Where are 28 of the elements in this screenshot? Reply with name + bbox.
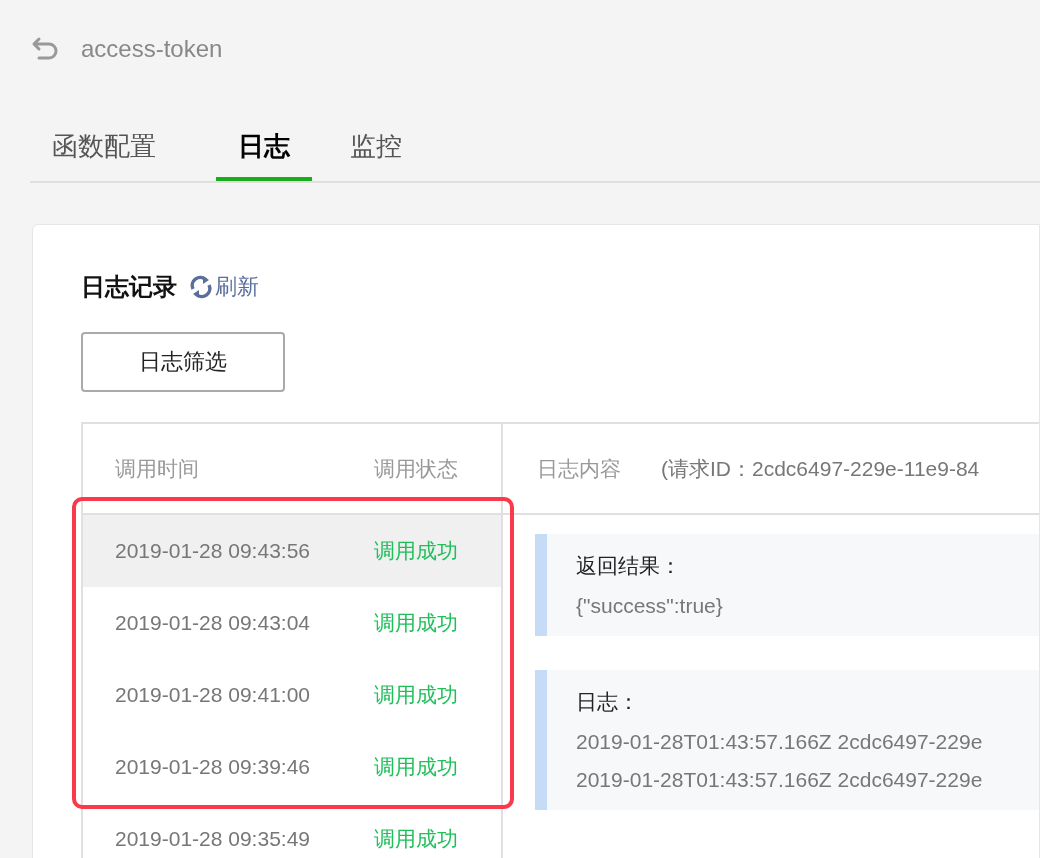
tab[interactable]: 监控 [328,116,424,181]
time-cell-text: 2019-01-28 09:41:00 [115,683,311,707]
column-header: 日志内容 [537,455,621,482]
log-row[interactable]: 2019-01-28 09:43:56 调用成功 [83,515,501,587]
request-id: (请求ID：2cdc6497-229e-11e9-84 [661,455,980,482]
tab[interactable]: 日志 [216,116,312,181]
time-cell-text: 2019-01-28 09:43:56 [115,539,311,563]
filter-button[interactable]: 日志筛选 [81,332,285,392]
log-line: {"success":true} [576,594,724,618]
block-label: 日志： [576,689,640,715]
status-cell-text: 调用成功 [374,538,458,564]
page-title: access-token [81,35,223,63]
block-label: 返回结果： [576,553,682,579]
log-line: 2019-01-28T01:43:57.166Z 2cdc6497-229e [576,768,984,792]
section-title: 日志记录 [81,272,177,302]
refresh-link[interactable]: 刷新 [189,272,259,302]
status-cell-text: 调用成功 [374,682,458,708]
time-cell-text: 2019-01-28 09:35:49 [115,827,311,851]
status-cell-text: 调用成功 [374,826,458,852]
time-cell-text: 2019-01-28 09:43:04 [115,611,311,635]
status-cell-text: 调用成功 [374,754,458,780]
column-header: 调用时间 [115,455,200,482]
tab[interactable]: 函数配置 [30,116,178,181]
log-line: 2019-01-28T01:43:57.166Z 2cdc6497-229e [576,730,984,754]
refresh-icon [189,274,213,300]
status-cell-text: 调用成功 [374,610,458,636]
column-header: 调用状态 [374,455,458,482]
time-cell-text: 2019-01-28 09:39:46 [115,755,311,779]
